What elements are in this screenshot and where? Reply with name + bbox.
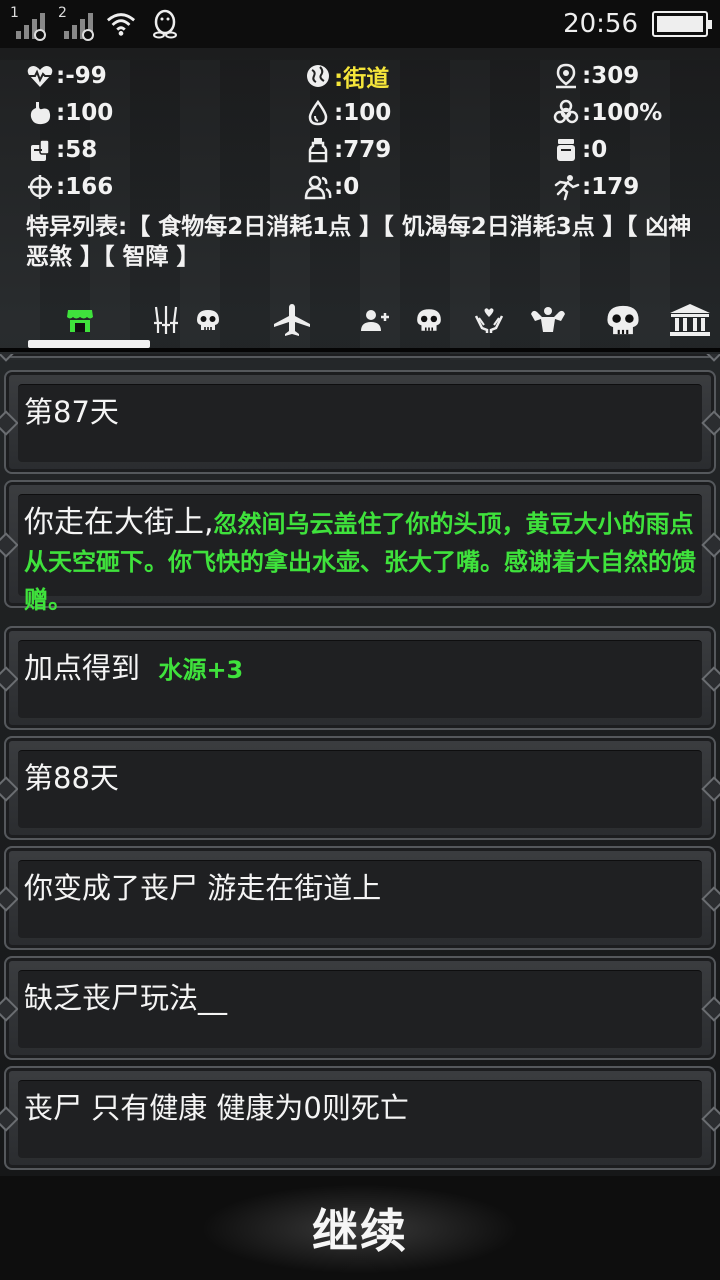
zombie-text: 你变成了丧尸 游走在街道上: [24, 871, 382, 905]
tab-skull-2[interactable]: [412, 298, 446, 342]
sim1-signal-icon: 1: [10, 5, 46, 41]
qq-penguin-icon: [150, 9, 180, 39]
stat-medicine: :0: [552, 132, 607, 168]
crosshair-icon: [28, 175, 52, 199]
pill-jar-icon: [557, 139, 575, 161]
stat-companions: :0: [304, 169, 359, 205]
add-person-icon: [361, 310, 389, 331]
bank-icon: [670, 304, 710, 336]
stat-distance: :309: [552, 58, 639, 94]
stat-location: :街道: [304, 58, 389, 94]
weapons-icon: [154, 306, 178, 334]
shop-icon: [67, 310, 93, 332]
tab-strength[interactable]: [526, 298, 570, 342]
tab-travel[interactable]: [270, 298, 314, 342]
stat-speed: :179: [552, 169, 639, 205]
log-card-day87: 第87天: [4, 370, 716, 474]
stat-water: :779: [304, 132, 391, 168]
tab-death[interactable]: [600, 298, 646, 342]
food-bag-icon: [31, 139, 50, 161]
globe-icon: [307, 65, 329, 87]
gain-text: 加点得到 水源+3: [24, 651, 244, 685]
clock: 20:56: [563, 9, 638, 39]
tab-divider: [0, 348, 720, 352]
log-card-rain-event: 你走在大街上,忽然间乌云盖住了你的头顶，黄豆大小的雨点从天空砸下。你飞快的拿出水…: [4, 480, 716, 614]
continue-label: 继续: [312, 1204, 408, 1258]
heartbeat-icon: [27, 66, 53, 87]
stat-weapon: :166: [26, 169, 113, 205]
tab-weapons[interactable]: [146, 298, 186, 342]
active-tab-indicator: [28, 340, 150, 348]
tab-bank[interactable]: [666, 298, 714, 342]
log-card-day88: 第88天: [4, 736, 716, 840]
stat-hunger: :100: [26, 95, 113, 131]
heal-hands-icon: [474, 308, 504, 333]
water-bottle-icon: [308, 138, 328, 163]
tab-recruit[interactable]: [358, 298, 392, 342]
skull-icon: [417, 309, 441, 331]
stats-panel: :-99 :街道 :309 :100 :100 :100% :58 :779 :…: [0, 56, 720, 216]
log-card-lacking: 缺乏丧尸玩法__: [4, 956, 716, 1060]
continue-button[interactable]: 继续: [0, 1176, 720, 1280]
map-pin-icon: [556, 63, 576, 89]
rain-event-text: 你走在大街上,忽然间乌云盖住了你的头顶，黄豆大小的雨点从天空砸下。你飞快的拿出水…: [24, 505, 696, 614]
biohazard-icon: [553, 99, 579, 124]
stat-thirst: :100: [304, 95, 391, 131]
log-card-zombie: 你变成了丧尸 游走在街道上: [4, 846, 716, 950]
status-bar: 1 2 20:56: [0, 0, 720, 48]
event-log[interactable]: 第87天 你走在大街上,忽然间乌云盖住了你的头顶，黄豆大小的雨点从天空砸下。你飞…: [0, 354, 720, 1174]
battery-icon: [652, 11, 712, 37]
skull-large-icon: [607, 305, 639, 335]
wifi-icon: [106, 9, 136, 39]
sim2-signal-icon: 2: [58, 5, 94, 41]
log-card-gain: 加点得到 水源+3: [4, 626, 716, 730]
skull-icon: [197, 310, 219, 330]
day-label: 第87天: [24, 395, 119, 429]
stat-health: :-99: [26, 58, 107, 94]
stat-infection: :100%: [552, 95, 662, 131]
log-card-partial: [4, 354, 716, 358]
running-icon: [554, 175, 580, 201]
water-drop-icon: [308, 99, 328, 126]
traits-list: 特异列表:【 食物每2日消耗1点 】【 饥渴每2日消耗3点 】【 凶神恶煞 】【…: [26, 214, 692, 270]
tab-heal[interactable]: [470, 298, 508, 342]
muscle-icon: [531, 307, 565, 332]
log-card-zombie-rule: 丧尸 只有健康 健康为0则死亡: [4, 1066, 716, 1170]
zombie-rule-text: 丧尸 只有健康 健康为0则死亡: [24, 1091, 409, 1125]
day-label: 第88天: [24, 761, 119, 795]
tab-shop[interactable]: [60, 298, 100, 342]
stomach-icon: [30, 102, 51, 125]
airplane-icon: [274, 304, 310, 336]
tab-skull-small[interactable]: [190, 298, 226, 342]
people-icon: [304, 175, 332, 200]
tab-bar: [0, 298, 720, 352]
stat-food: :58: [26, 132, 97, 168]
lacking-text: 缺乏丧尸玩法__: [24, 981, 228, 1015]
